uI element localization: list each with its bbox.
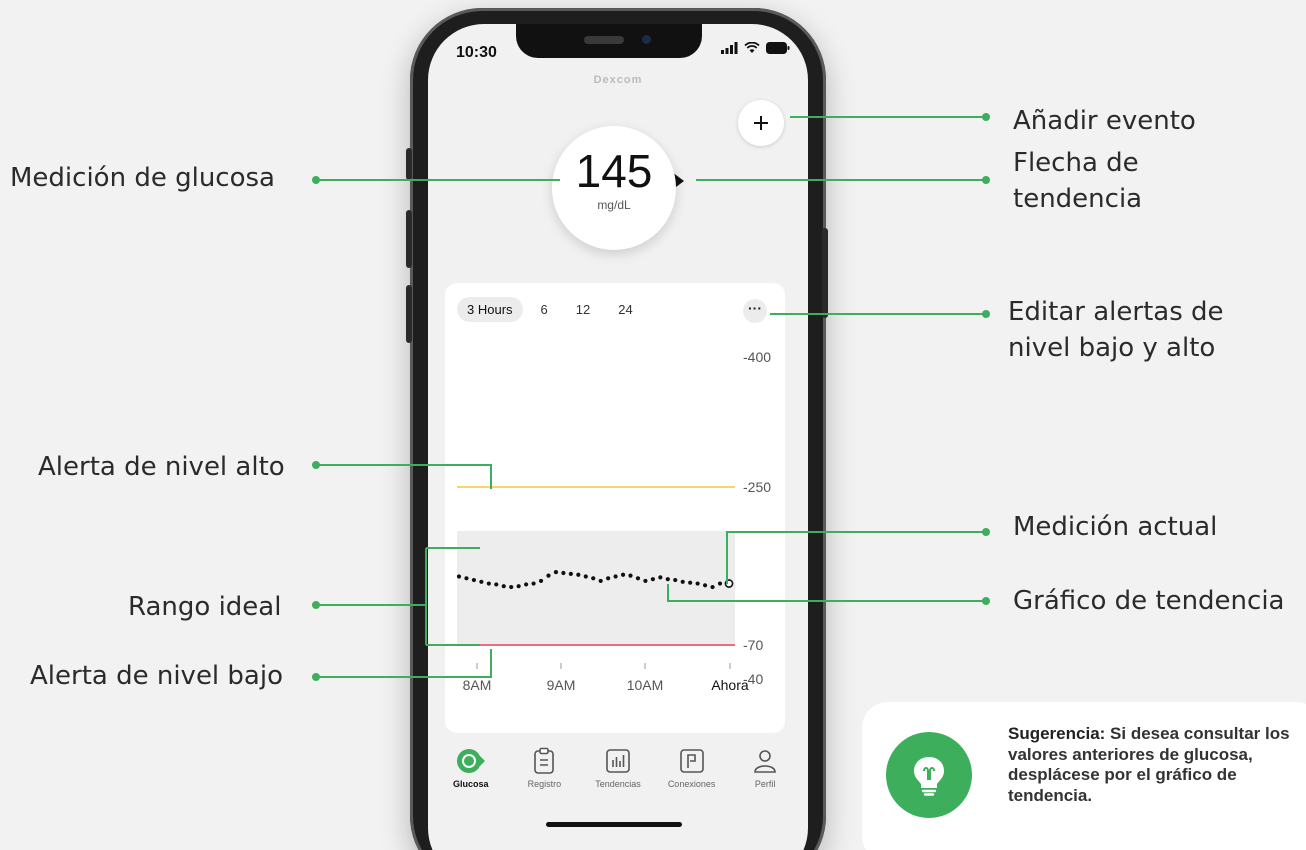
callout-line-trend-graph: [667, 584, 986, 602]
callout-dot: [982, 176, 990, 184]
callout-dot: [982, 597, 990, 605]
callout-line-low-alert: [316, 649, 492, 678]
tip-box: Sugerencia: Si desea consultar los valor…: [862, 702, 1306, 850]
callout-dot: [982, 528, 990, 536]
callout-dot: [312, 673, 320, 681]
callout-dot: [312, 176, 320, 184]
lightbulb-icon: [886, 732, 972, 818]
callout-line-current: [726, 531, 986, 584]
callout-dot: [982, 113, 990, 121]
callout-dot: [312, 461, 320, 469]
tip-label: Sugerencia:: [1008, 724, 1106, 743]
callout-dot: [982, 310, 990, 318]
tip-text: Sugerencia: Si desea consultar los valor…: [1008, 724, 1298, 807]
callout-dot: [312, 601, 320, 609]
callout-line-range: [316, 547, 480, 646]
callout-line-high-alert: [316, 464, 492, 489]
